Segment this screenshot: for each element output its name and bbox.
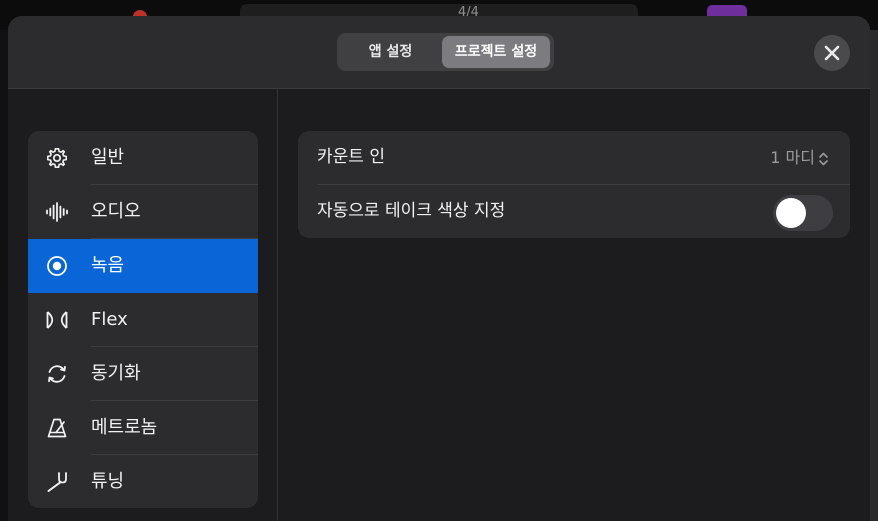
auto-take-color-toggle[interactable] bbox=[773, 195, 833, 231]
close-icon bbox=[824, 45, 840, 61]
auto-take-color-row: 자동으로 테이크 색상 지정 bbox=[298, 185, 850, 238]
sidebar-item-metronome[interactable]: 메트로놈 bbox=[28, 401, 258, 455]
auto-take-color-label: 자동으로 테이크 색상 지정 bbox=[317, 201, 506, 221]
tab-app-settings[interactable]: 앱 설정 bbox=[341, 36, 440, 68]
sidebar-item-general[interactable]: 일반 bbox=[28, 131, 258, 185]
sidebar-item-label: 동기화 bbox=[91, 363, 141, 384]
count-in-selector[interactable]: 1 마디 bbox=[770, 131, 828, 184]
metronome-icon bbox=[47, 418, 67, 438]
toggle-knob bbox=[776, 198, 806, 228]
flex-icon bbox=[46, 311, 68, 329]
settings-sidebar: 일반 오디오 녹음 Flex 동기화 메트로놈 튜닝 bbox=[28, 131, 258, 508]
tuning-fork-icon bbox=[47, 472, 67, 492]
sidebar-item-label: 일반 bbox=[91, 147, 125, 168]
sidebar-item-label: 오디오 bbox=[91, 201, 141, 222]
settings-segmented-control: 앱 설정 프로젝트 설정 bbox=[337, 33, 554, 71]
sidebar-item-flex[interactable]: Flex bbox=[28, 293, 258, 347]
count-in-row: 카운트 인 1 마디 bbox=[298, 131, 850, 184]
close-button[interactable] bbox=[814, 35, 850, 71]
sidebar-item-label: 녹음 bbox=[91, 255, 125, 276]
sync-icon bbox=[48, 365, 66, 383]
waveform-icon bbox=[46, 202, 68, 222]
settings-sheet: 앱 설정 프로젝트 설정 일반 오디오 녹음 Flex 동기화 메트로놈 튜닝 … bbox=[8, 16, 870, 521]
sidebar-item-recording[interactable]: 녹음 bbox=[28, 239, 258, 293]
pane-divider bbox=[277, 89, 278, 521]
record-icon bbox=[47, 256, 67, 276]
sidebar-item-audio[interactable]: 오디오 bbox=[28, 185, 258, 239]
sidebar-item-label: 메트로놈 bbox=[91, 417, 158, 438]
count-in-label: 카운트 인 bbox=[317, 147, 385, 167]
sidebar-item-label: 튜닝 bbox=[91, 471, 125, 492]
chevron-up-down-icon bbox=[819, 152, 828, 165]
sidebar-item-label: Flex bbox=[91, 309, 128, 330]
count-in-value: 1 마디 bbox=[770, 148, 815, 167]
gear-icon bbox=[47, 148, 67, 168]
sidebar-item-sync[interactable]: 동기화 bbox=[28, 347, 258, 401]
recording-settings-card: 카운트 인 1 마디 자동으로 테이크 색상 지정 bbox=[298, 131, 850, 238]
sidebar-item-tuning[interactable]: 튜닝 bbox=[28, 455, 258, 508]
tab-project-settings[interactable]: 프로젝트 설정 bbox=[442, 36, 550, 68]
sheet-header: 앱 설정 프로젝트 설정 bbox=[8, 16, 870, 89]
